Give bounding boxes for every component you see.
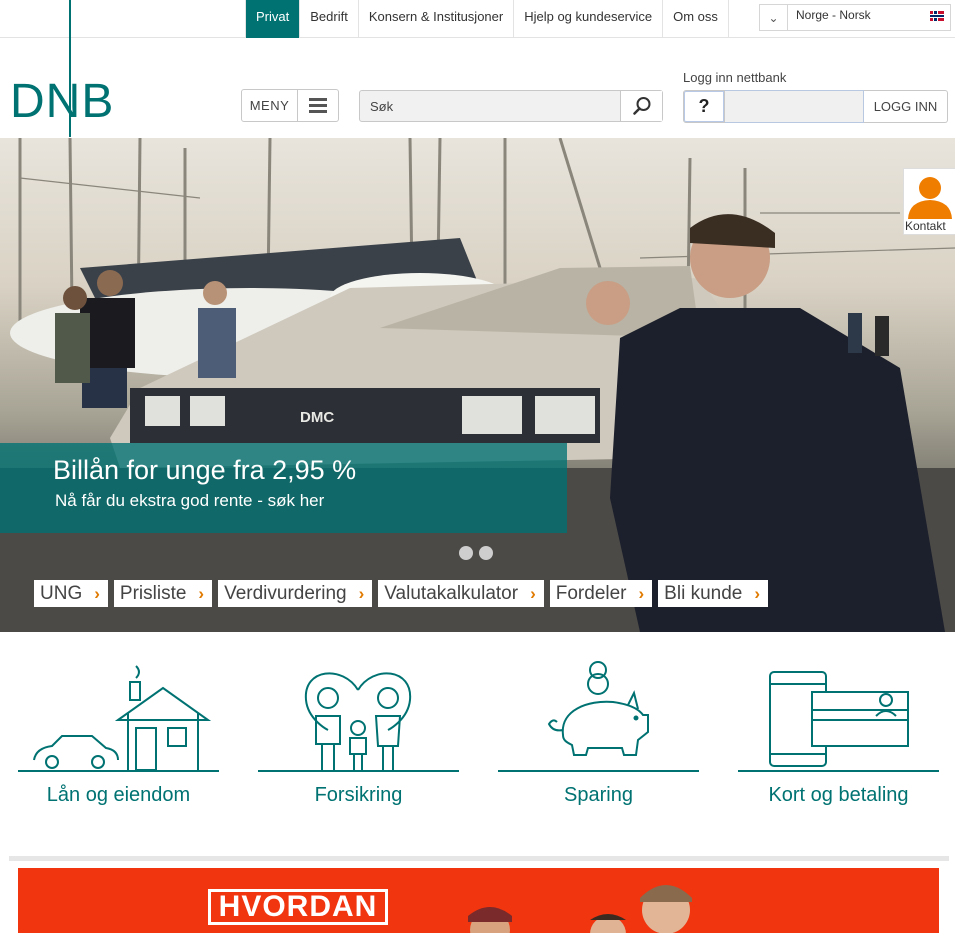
phone-card-icon (769, 671, 909, 767)
quicklink-label: Bli kunde (664, 582, 743, 604)
menu-button[interactable]: MENY (241, 89, 339, 122)
section-divider (9, 856, 949, 861)
login-help-button[interactable]: ? (683, 90, 725, 123)
segment-nav: Privat Bedrift Konsern & Institusjoner H… (245, 0, 729, 38)
hero-caption[interactable]: Billån for unge fra 2,95 % Nå får du eks… (0, 443, 567, 533)
logo-text: DNB (10, 75, 115, 128)
hero-subline: Nå får du ekstra god rente - søk her (55, 491, 325, 510)
hero-carousel[interactable]: DMC Billån for unge fra 2,95 % Nå får du… (0, 138, 955, 632)
chevron-right-icon: › (754, 583, 761, 603)
quicklinks: UNG › Prisliste › Verdivurdering › Valutaka… (34, 580, 769, 607)
quicklink-valutakalkulator[interactable]: Valutakalkulator › (378, 580, 544, 607)
login-button[interactable]: LOGG INN (864, 90, 948, 123)
hero-headline: Billån for unge fra 2,95 % (53, 455, 357, 485)
family-heart-icon (304, 672, 412, 770)
search-box (359, 90, 663, 122)
promo-people-image (468, 885, 692, 933)
category-kort-og-betaling[interactable]: Kort og betaling (738, 660, 939, 810)
category-underline (18, 770, 219, 772)
chevron-right-icon: › (358, 583, 365, 603)
chevron-right-icon: › (530, 583, 536, 603)
hamburger-icon (298, 90, 338, 121)
quicklink-label: Verdivurdering (224, 582, 347, 604)
category-label: Sparing (564, 784, 633, 806)
category-underline (738, 770, 939, 772)
category-label: Forsikring (314, 784, 403, 806)
login-id-input[interactable] (725, 90, 864, 123)
quicklink-fordeler[interactable]: Fordeler › (549, 580, 653, 607)
quicklink-label: Valutakalkulator (384, 582, 519, 604)
category-sparing[interactable]: Sparing (498, 660, 699, 810)
quicklink-label: Prisliste (119, 582, 187, 604)
carousel-dot-1[interactable] (459, 546, 473, 560)
piggy-bank-icon (547, 661, 649, 756)
language-select[interactable]: ⌄ Norge - Norsk (759, 4, 951, 31)
quicklink-prisliste[interactable]: Prisliste › (113, 580, 213, 607)
carousel-dots (459, 546, 493, 560)
quicklink-label: UNG (40, 582, 83, 604)
chevron-right-icon: › (94, 583, 100, 603)
norway-flag-icon (930, 11, 944, 21)
chevron-right-icon: › (638, 583, 645, 603)
segment-tab-om-oss[interactable]: Om oss (663, 0, 729, 38)
login-box: ? LOGG INN (683, 90, 948, 123)
category-underline (498, 770, 699, 772)
category-forsikring[interactable]: Forsikring (258, 660, 459, 810)
language-select-value: Norge - Norsk (796, 8, 871, 22)
search-button[interactable] (620, 91, 662, 121)
chevron-down-icon[interactable]: ⌄ (760, 5, 788, 30)
svg-text:DMC: DMC (300, 409, 334, 426)
dnb-logo[interactable]: DNB (10, 0, 113, 138)
category-lan-og-eiendom[interactable]: Lån og eiendom (18, 660, 219, 810)
category-row: Lån og eiendom Forsikring Sparing Kort o… (18, 660, 940, 810)
quicklink-verdivurdering[interactable]: Verdivurdering › (218, 580, 373, 607)
search-icon (632, 97, 650, 115)
carousel-dot-2[interactable] (479, 546, 493, 560)
category-label: Kort og betaling (768, 784, 909, 806)
contact-tab[interactable]: Kontakt (903, 168, 955, 235)
segment-tab-hjelp[interactable]: Hjelp og kundeservice (514, 0, 664, 38)
person-icon (908, 177, 952, 219)
quicklink-ung[interactable]: UNG › (34, 580, 108, 607)
category-underline (258, 770, 459, 772)
segment-tab-konsern[interactable]: Konsern & Institusjoner (359, 0, 515, 38)
chevron-right-icon: › (198, 583, 205, 603)
contact-label: Kontakt (905, 219, 946, 233)
quicklink-bli-kunde[interactable]: Bli kunde › (658, 580, 769, 607)
menu-label: MENY (242, 90, 298, 121)
house-car-icon (33, 665, 212, 771)
category-label: Lån og eiendom (46, 784, 191, 806)
promo-banner[interactable]: HVORDAN (18, 868, 939, 933)
search-input[interactable] (360, 91, 620, 121)
login-label: Logg inn nettbank (683, 70, 787, 85)
top-utility-bar: Privat Bedrift Konsern & Institusjoner H… (0, 0, 955, 38)
segment-tab-bedrift[interactable]: Bedrift (300, 0, 359, 38)
quicklink-label: Fordeler (555, 582, 627, 604)
segment-tab-privat[interactable]: Privat (245, 0, 301, 38)
